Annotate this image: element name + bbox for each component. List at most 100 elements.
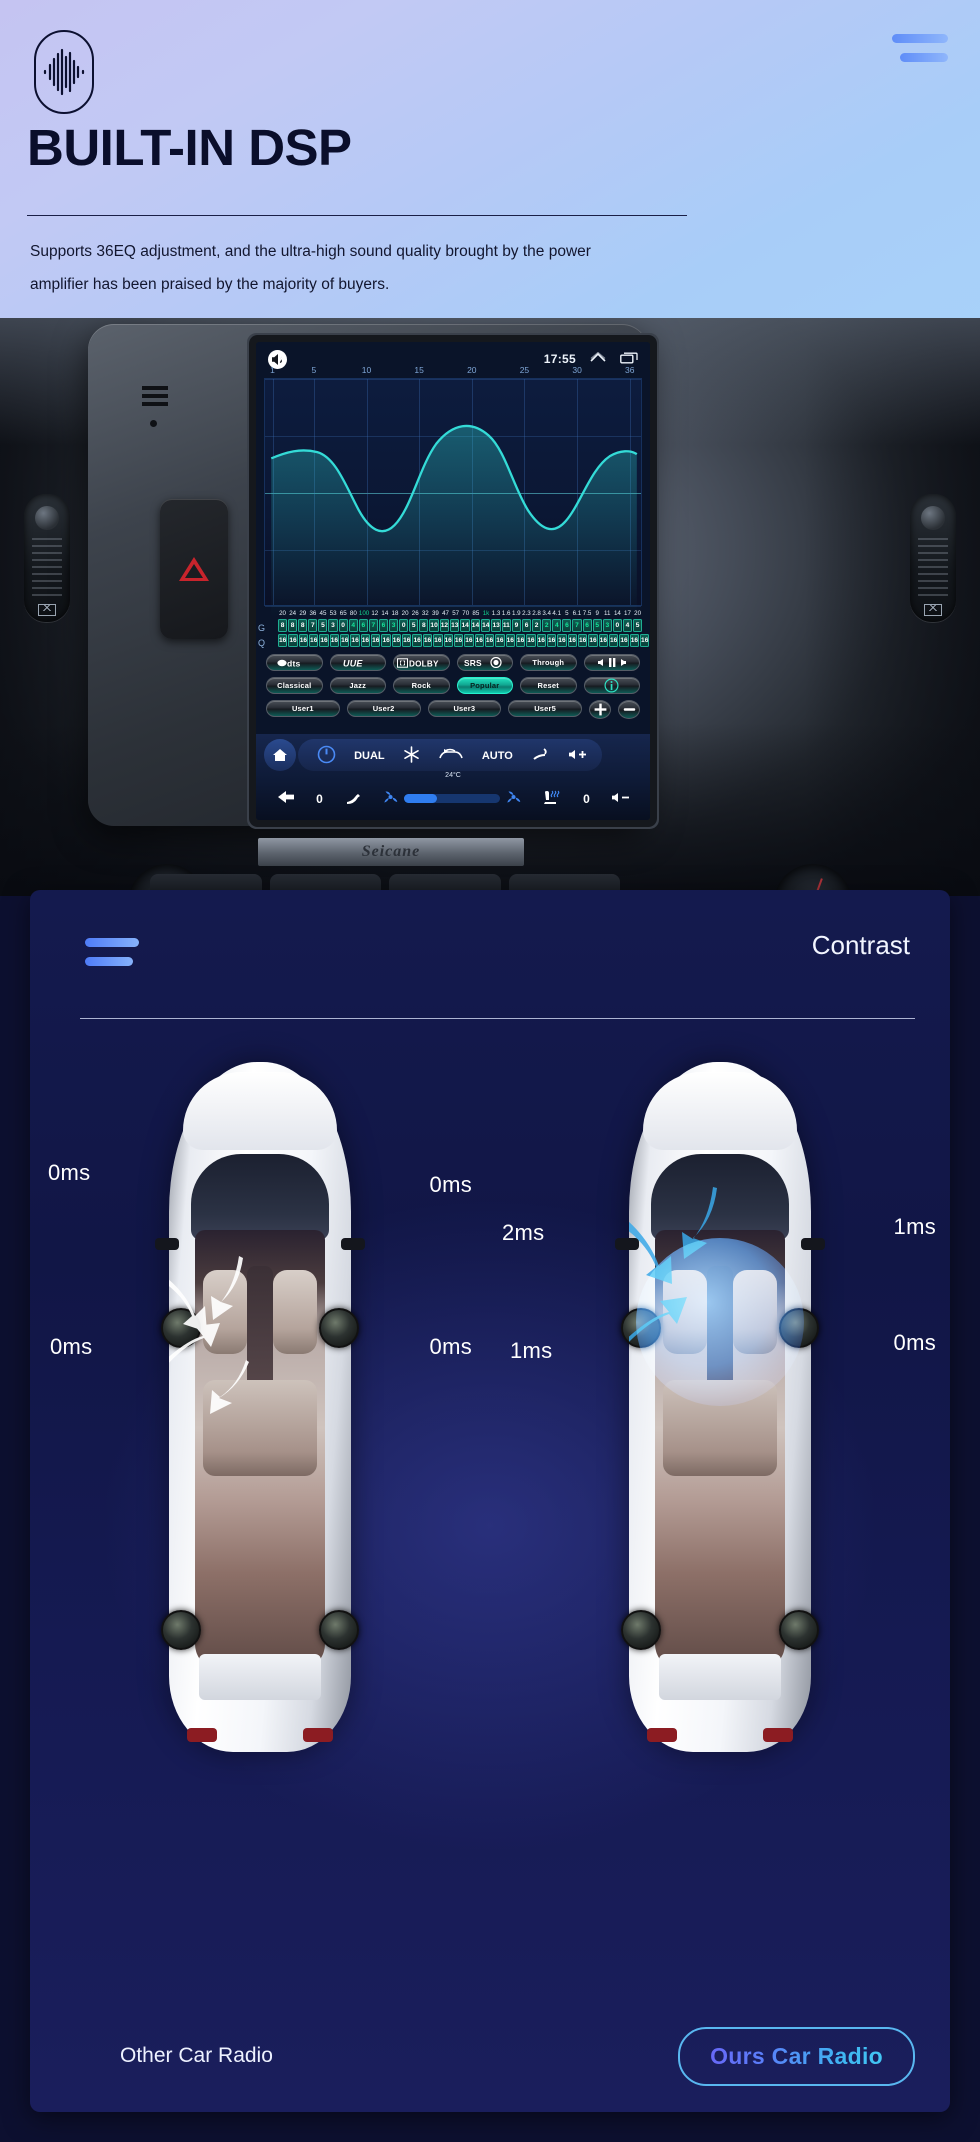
preset-button-user5[interactable]: User5 [508, 700, 582, 717]
eq-q-cell[interactable]: 16 [298, 634, 309, 647]
eq-gain-cell[interactable]: 14 [470, 619, 481, 632]
uue-logo-icon[interactable]: UUE [329, 654, 386, 671]
eq-q-cell[interactable]: 16 [495, 634, 505, 647]
eq-q-cell[interactable]: 16 [402, 634, 412, 647]
plus-icon[interactable] [589, 700, 611, 719]
preset-button-rock[interactable]: Rock [393, 677, 450, 694]
volume-down-icon[interactable] [610, 790, 630, 808]
eq-gain-cell[interactable]: 2 [542, 619, 552, 632]
preset-button-classical[interactable]: Classical [266, 677, 323, 694]
eq-gain-cell[interactable]: 8 [419, 619, 429, 632]
auto-label[interactable]: AUTO [482, 750, 513, 762]
eq-q-cell[interactable]: 16 [567, 634, 577, 647]
head-unit-screen[interactable]: 17:55 1 5 10 15 20 25 30 36 20 24 29 36 … [256, 342, 650, 820]
eq-q-row[interactable]: 16 16 16 16 16 16 16 16 16 16 16 16 16 16 16 16 16 16 16 16… [264, 634, 650, 647]
eq-q-cell[interactable]: 16 [453, 634, 464, 647]
chevron-up-icon[interactable] [590, 351, 606, 366]
eq-gain-cell[interactable]: 10 [429, 619, 439, 632]
eq-gain-cell[interactable]: 7 [308, 619, 318, 632]
power-icon[interactable] [317, 745, 336, 767]
eq-gain-cell[interactable]: 11 [501, 619, 511, 632]
eq-gain-cell[interactable]: 5 [409, 619, 419, 632]
eq-gain-cell[interactable]: 4 [348, 619, 358, 632]
eq-gain-cell[interactable]: 5 [318, 619, 328, 632]
climate-control-bar[interactable]: DUAL AUTO 24°C 0 0 [256, 734, 650, 820]
eq-gain-cell[interactable]: 9 [511, 619, 521, 632]
fan-icon[interactable] [383, 790, 398, 807]
snowflake-icon[interactable] [403, 745, 420, 766]
eq-gain-cell[interactable]: 4 [552, 619, 562, 632]
eq-gain-cell[interactable]: 7 [572, 619, 582, 632]
eq-q-cell[interactable]: 16 [433, 634, 443, 647]
eq-gain-cell[interactable]: 0 [338, 619, 348, 632]
eq-gain-cell[interactable]: 8 [298, 619, 308, 632]
eq-q-cell[interactable]: 16 [288, 634, 298, 647]
preset-button-popular[interactable]: Popular [456, 677, 513, 694]
eq-q-cell[interactable]: 16 [505, 634, 515, 647]
eq-q-cell[interactable]: 16 [484, 634, 495, 647]
eq-gain-cell[interactable]: 14 [460, 619, 470, 632]
eq-q-cell[interactable]: 16 [536, 634, 546, 647]
eq-gain-cell[interactable]: 3 [328, 619, 338, 632]
eq-gain-cell[interactable]: 7 [368, 619, 378, 632]
preset-button-through[interactable]: Through [520, 654, 577, 671]
eq-q-cell[interactable]: 16 [619, 634, 629, 647]
eq-q-cell[interactable]: 16 [588, 634, 598, 647]
eq-gain-row[interactable]: 8 8 8 7 5 3 0 4 6 7 6 3 0 5 8 10 12 13 14 14 14 13 11 9 6 2 2 4 6 7 6 5… [264, 619, 643, 632]
eq-q-cell[interactable]: 16 [422, 634, 433, 647]
eq-gain-cell[interactable]: 13 [491, 619, 501, 632]
eq-gain-cell[interactable]: 8 [288, 619, 298, 632]
eq-q-cell[interactable]: 16 [640, 634, 650, 647]
eq-q-cell[interactable]: 16 [350, 634, 360, 647]
eq-q-cell[interactable]: 16 [515, 634, 526, 647]
seat-airflow-icon[interactable] [343, 790, 363, 808]
eq-q-cell[interactable]: 16 [557, 634, 567, 647]
eq-q-cell[interactable]: 16 [464, 634, 474, 647]
eq-q-cell[interactable]: 16 [577, 634, 588, 647]
fan-speed-slider[interactable] [403, 794, 500, 803]
eq-q-cell[interactable]: 16 [412, 634, 422, 647]
eq-gain-cell[interactable]: 0 [612, 619, 622, 632]
balance-icon[interactable] [583, 654, 640, 671]
eq-q-cell[interactable]: 16 [329, 634, 340, 647]
eq-q-cell[interactable]: 16 [474, 634, 484, 647]
defrost-icon[interactable] [531, 746, 549, 765]
eq-gain-cell[interactable]: 2 [532, 619, 542, 632]
dts-logo-icon[interactable]: dts [266, 654, 323, 671]
air-recirculate-icon[interactable] [438, 747, 464, 764]
eq-q-cell[interactable]: 16 [371, 634, 381, 647]
driver-temp-value[interactable]: 0 [316, 792, 323, 806]
eq-q-cell[interactable]: 16 [526, 634, 536, 647]
eq-preset-buttons[interactable]: dts UUE DOLBY SRS Through Classical Jazz Rock P… [266, 654, 640, 719]
eq-gain-cell[interactable]: 6 [562, 619, 572, 632]
eq-band-table[interactable]: 20 24 29 36 45 53 65 80 100 12 14 18 20 26 32 39 47 57 70 8… [258, 610, 650, 648]
preset-button-jazz[interactable]: Jazz [329, 677, 386, 694]
preset-button-user2[interactable]: User2 [346, 700, 421, 717]
hamburger-menu-icon[interactable] [892, 34, 948, 68]
eq-gain-cell[interactable]: 4 [622, 619, 633, 632]
eq-gain-cell[interactable]: 14 [481, 619, 491, 632]
eq-q-cell[interactable]: 16 [443, 634, 453, 647]
eq-q-cell[interactable]: 16 [598, 634, 608, 647]
ours-car-radio-button[interactable]: Ours Car Radio [678, 2027, 915, 2086]
eq-gain-cell[interactable]: 3 [602, 619, 612, 632]
eq-q-cell[interactable]: 16 [278, 634, 288, 647]
eq-q-cell[interactable]: 16 [360, 634, 371, 647]
dolby-logo-icon[interactable]: DOLBY [393, 654, 450, 671]
dual-label[interactable]: DUAL [354, 750, 385, 762]
eq-q-cell[interactable]: 16 [629, 634, 640, 647]
eq-gain-cell[interactable]: 6 [522, 619, 532, 632]
preset-button-reset[interactable]: Reset [520, 677, 577, 694]
passenger-temp-value[interactable]: 0 [583, 792, 590, 806]
eq-gain-cell[interactable]: 6 [582, 619, 592, 632]
fan-icon[interactable] [506, 790, 521, 807]
eq-gain-cell[interactable]: 8 [278, 619, 288, 632]
eq-q-cell[interactable]: 16 [340, 634, 350, 647]
eq-q-cell[interactable]: 16 [546, 634, 557, 647]
preset-button-user3[interactable]: User3 [427, 700, 502, 717]
equalizer-graph[interactable]: 20 0 -20 1 5 [264, 365, 642, 618]
eq-gain-cell[interactable]: 6 [358, 619, 368, 632]
heated-seat-icon[interactable] [541, 789, 563, 808]
srs-logo-icon[interactable]: SRS [456, 654, 513, 671]
eq-gain-cell[interactable]: 3 [389, 619, 399, 632]
